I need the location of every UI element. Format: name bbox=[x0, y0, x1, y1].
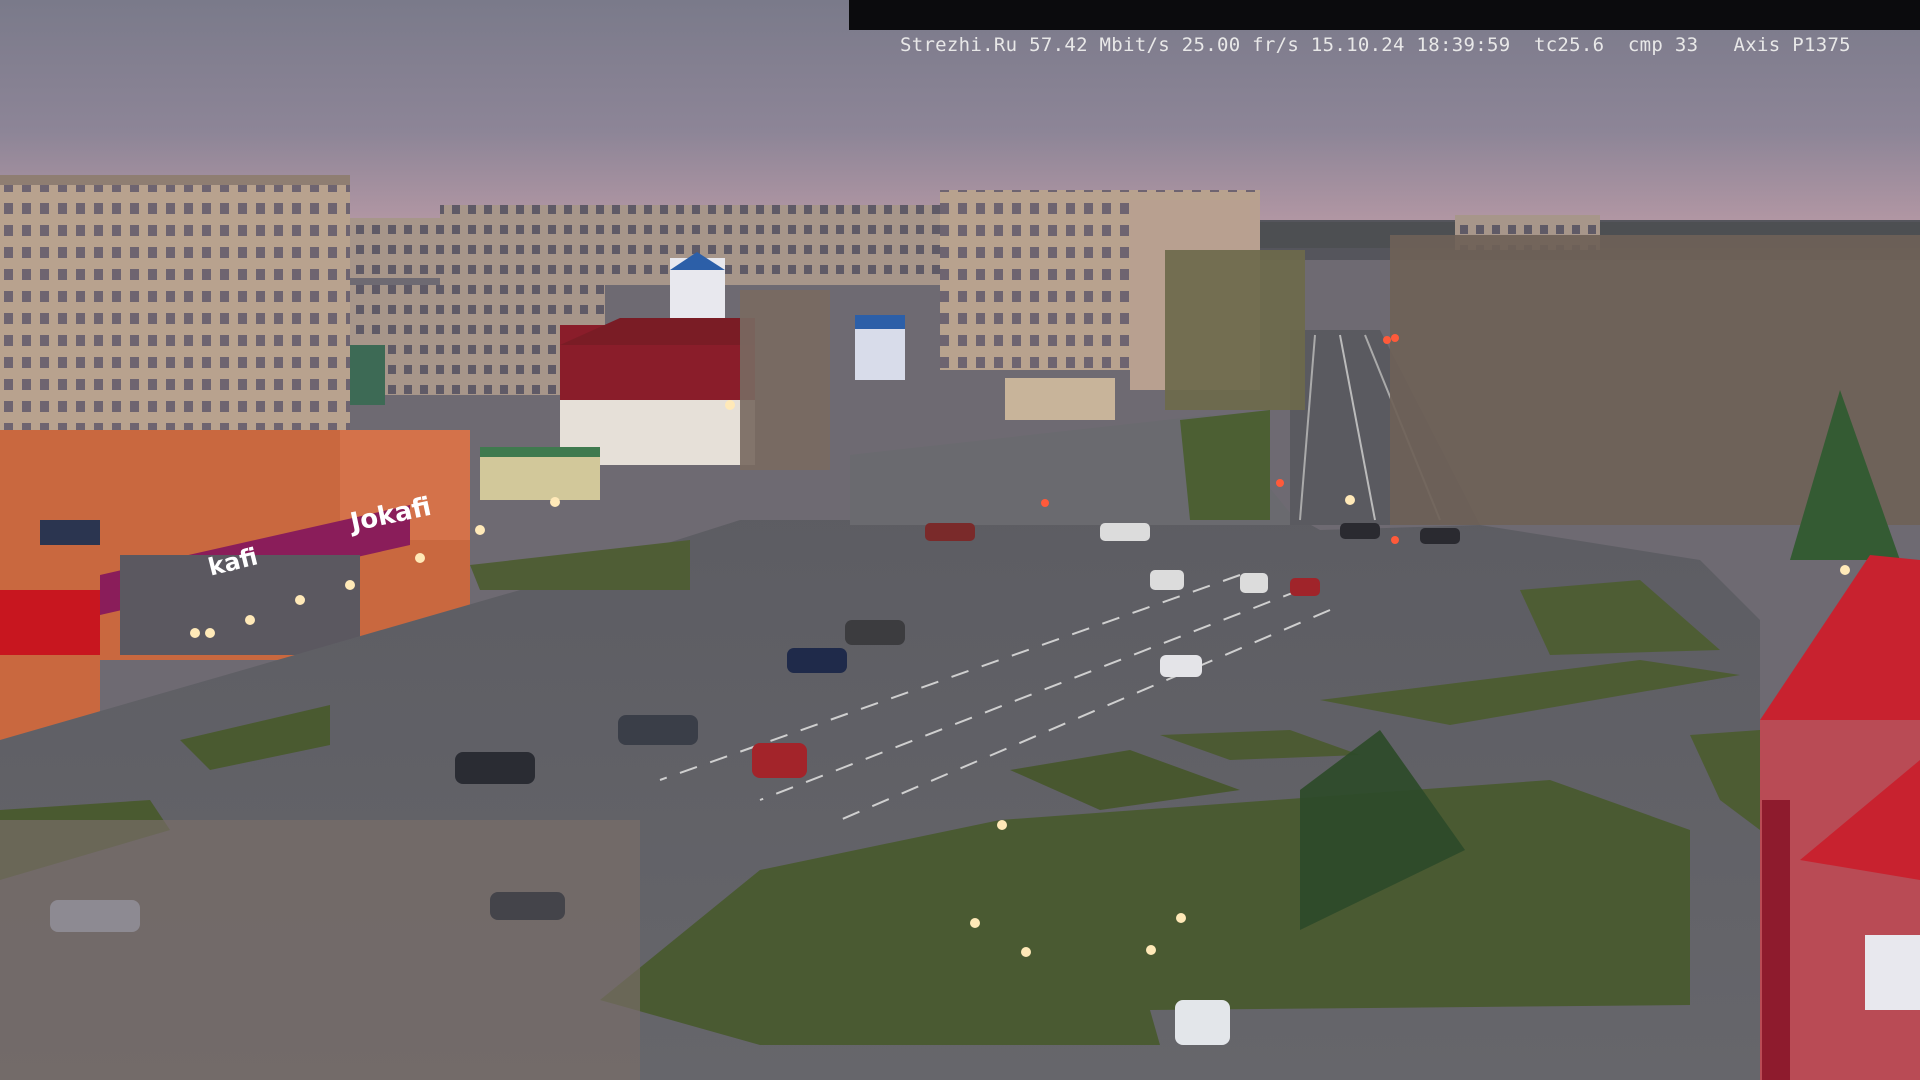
overlay-time: 18:39:59 bbox=[1416, 34, 1511, 56]
overlay-fps: 25.00 fr/s bbox=[1181, 34, 1300, 56]
overlay-bitrate: 57.42 Mbit/s bbox=[1029, 34, 1170, 56]
city-street-scene bbox=[0, 0, 1920, 1080]
overlay-tc: tc25.6 bbox=[1533, 34, 1605, 56]
overlay-camera: Axis P1375 bbox=[1733, 34, 1851, 56]
overlay-date: 15.10.24 bbox=[1310, 34, 1405, 56]
camera-overlay-bar: Strezhi.Ru 57.42 Mbit/s 25.00 fr/s 15.10… bbox=[849, 0, 1920, 56]
overlay-cmp: cmp 33 bbox=[1627, 34, 1699, 56]
overlay-site: Strezhi.Ru bbox=[899, 34, 1018, 56]
red-tower bbox=[1760, 555, 1920, 1080]
webcam-frame: Jokafi kafi Strezhi.Ru 57.42 Mbit/s 25.0… bbox=[0, 0, 1920, 1080]
